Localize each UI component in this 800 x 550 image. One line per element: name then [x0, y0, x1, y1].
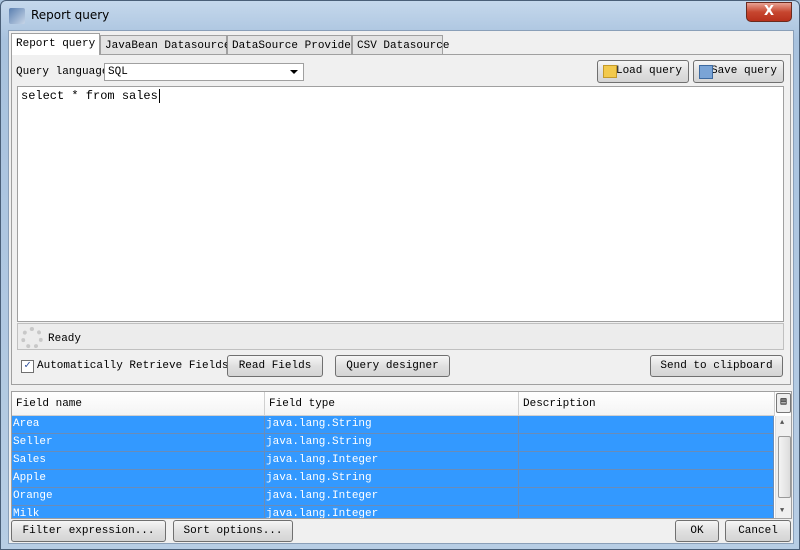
tab-javabean-datasource[interactable]: JavaBean Datasource [100, 35, 230, 55]
field-type-cell[interactable]: java.lang.Integer [265, 506, 519, 518]
table-row[interactable]: Sales java.lang.Integer [12, 452, 774, 470]
field-name-cell[interactable]: Seller [12, 434, 265, 452]
read-fields-button[interactable]: Read Fields [227, 355, 323, 377]
scroll-up-icon[interactable]: ▲ [780, 419, 784, 427]
save-query-button[interactable]: Save query [693, 60, 784, 83]
load-query-label: Load query [615, 65, 682, 77]
cancel-button[interactable]: Cancel [725, 520, 791, 542]
description-cell[interactable] [519, 506, 774, 518]
field-type-cell[interactable]: java.lang.String [265, 416, 519, 434]
folder-icon [603, 65, 617, 78]
status-text: Ready [48, 333, 82, 345]
field-name-cell[interactable]: Milk [12, 506, 265, 518]
table-row[interactable]: Seller java.lang.String [12, 434, 774, 452]
send-to-clipboard-button[interactable]: Send to clipboard [650, 355, 783, 377]
status-bar: Ready [17, 323, 784, 350]
scroll-thumb[interactable] [778, 436, 791, 498]
column-chooser-icon[interactable]: ▤ [776, 393, 791, 413]
description-cell[interactable] [519, 470, 774, 488]
query-designer-button[interactable]: Query designer [335, 355, 450, 377]
tab-report-query[interactable]: Report query [11, 33, 100, 55]
column-header-field-type[interactable]: Field type [265, 392, 519, 416]
scroll-down-icon[interactable]: ▼ [780, 507, 784, 515]
auto-retrieve-label: Automatically Retrieve Fields [37, 360, 229, 372]
field-type-cell[interactable]: java.lang.Integer [265, 488, 519, 506]
save-icon [699, 65, 713, 79]
spinner-icon [21, 327, 43, 349]
text-cursor [158, 89, 160, 103]
table-row[interactable]: Milk java.lang.Integer [12, 506, 774, 518]
description-cell[interactable] [519, 452, 774, 470]
vertical-scrollbar[interactable]: ▲ ▼ [775, 416, 791, 518]
app-icon [9, 8, 25, 24]
table-row[interactable]: Area java.lang.String [12, 416, 774, 434]
field-name-cell[interactable]: Orange [12, 488, 265, 506]
description-cell[interactable] [519, 416, 774, 434]
ok-button[interactable]: OK [675, 520, 719, 542]
query-editor[interactable]: select * from sales [17, 86, 784, 322]
auto-retrieve-checkbox[interactable]: ✓ [21, 360, 34, 373]
close-button[interactable]: X [746, 2, 792, 22]
field-type-cell[interactable]: java.lang.Integer [265, 452, 519, 470]
tab-csv-datasource[interactable]: CSV Datasource [352, 35, 449, 55]
query-language-select[interactable]: SQL [104, 63, 304, 81]
window-title: Report query [31, 8, 110, 22]
load-query-button[interactable]: Load query [597, 60, 689, 83]
query-language-label: Query language [16, 66, 109, 78]
table-row[interactable]: Orange java.lang.Integer [12, 488, 774, 506]
field-name-cell[interactable]: Sales [12, 452, 265, 470]
query-language-value: SQL [108, 66, 128, 78]
description-cell[interactable] [519, 434, 774, 452]
field-name-cell[interactable]: Area [12, 416, 265, 434]
save-query-label: Save query [710, 65, 777, 77]
column-header-description[interactable]: Description [519, 392, 775, 416]
field-type-cell[interactable]: java.lang.String [265, 434, 519, 452]
fields-table: Field name Field type Description ▤ Area… [11, 391, 792, 519]
filter-expression-button[interactable]: Filter expression... [11, 520, 166, 542]
chevron-down-icon [290, 70, 298, 74]
query-text: select * from sales [21, 89, 158, 103]
description-cell[interactable] [519, 488, 774, 506]
table-row[interactable]: Apple java.lang.String [12, 470, 774, 488]
report-query-dialog: Report query X Report query JavaBean Dat… [0, 0, 800, 550]
field-name-cell[interactable]: Apple [12, 470, 265, 488]
field-type-cell[interactable]: java.lang.String [265, 470, 519, 488]
column-header-field-name[interactable]: Field name [12, 392, 265, 416]
sort-options-button[interactable]: Sort options... [173, 520, 293, 542]
tab-datasource-provider[interactable]: DataSource Provider [227, 35, 357, 55]
